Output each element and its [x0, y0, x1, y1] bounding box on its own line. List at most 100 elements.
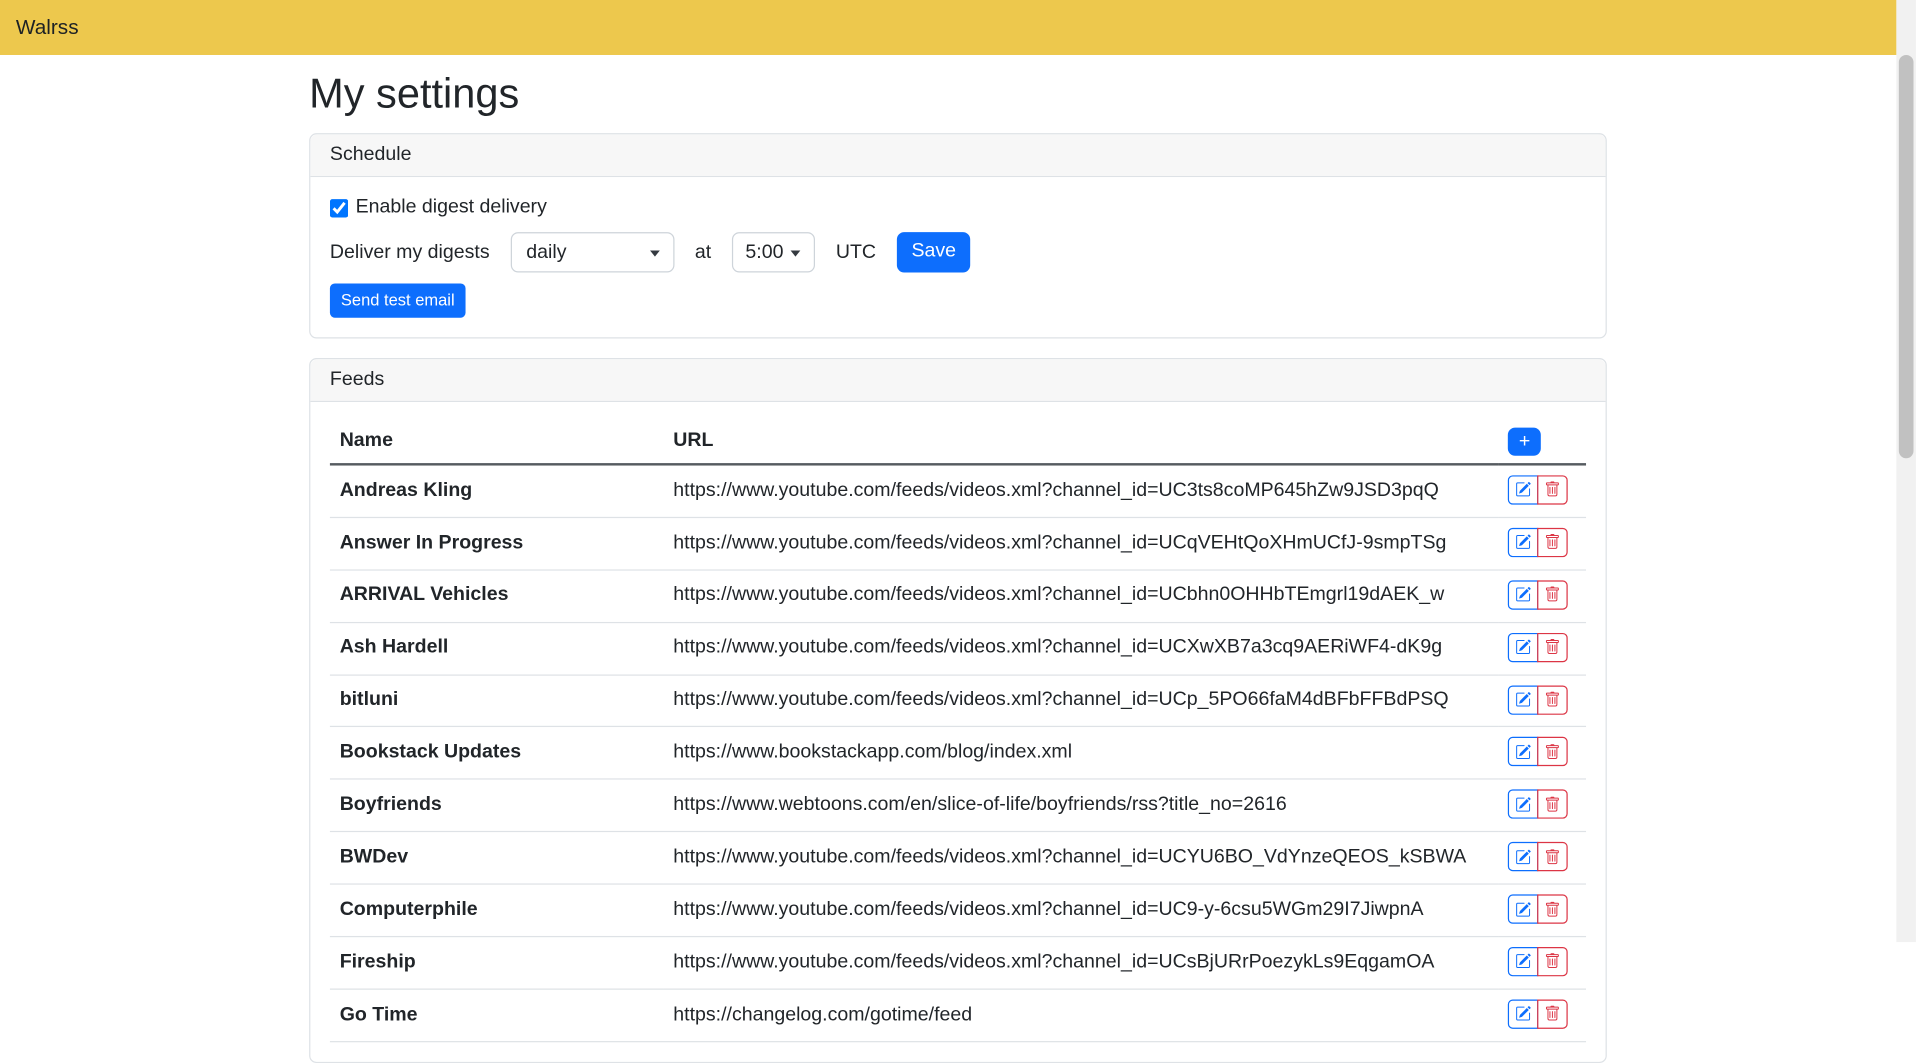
pencil-square-icon — [1515, 849, 1531, 865]
frequency-select[interactable]: daily — [510, 232, 674, 272]
edit-feed-button[interactable] — [1508, 999, 1539, 1028]
trash-icon — [1544, 692, 1560, 708]
table-row: Computerphile https://www.youtube.com/fe… — [330, 884, 1586, 936]
delete-feed-button[interactable] — [1537, 475, 1568, 504]
delete-feed-button[interactable] — [1537, 580, 1568, 609]
feed-name: bitluni — [330, 674, 664, 726]
table-row: Ash Hardell https://www.youtube.com/feed… — [330, 622, 1586, 674]
feed-actions — [1508, 580, 1568, 609]
test-email-row: Send test email — [330, 283, 1586, 317]
scrollbar-thumb[interactable] — [1899, 55, 1914, 458]
enable-digest-checkbox[interactable] — [330, 199, 348, 217]
table-row: ARRIVAL Vehicles https://www.youtube.com… — [330, 570, 1586, 622]
app-viewport: Walrss My settings Schedule Enable diges… — [0, 0, 1916, 942]
feeds-card: Feeds Name URL + Andre — [309, 357, 1607, 1062]
feed-name: BWDev — [330, 832, 664, 884]
schedule-card-body: Enable digest delivery Deliver my digest… — [310, 177, 1605, 337]
chevron-down-icon — [791, 250, 801, 256]
feed-actions — [1508, 999, 1568, 1028]
edit-feed-button[interactable] — [1508, 842, 1539, 871]
feed-actions — [1508, 947, 1568, 976]
trash-icon — [1544, 587, 1560, 603]
at-label: at — [695, 241, 711, 263]
feeds-card-body: Name URL + Andreas Kling https://www.you… — [310, 401, 1605, 1061]
edit-feed-button[interactable] — [1508, 632, 1539, 661]
trash-icon — [1544, 901, 1560, 917]
delete-feed-button[interactable] — [1537, 632, 1568, 661]
feed-name: Andreas Kling — [330, 464, 664, 517]
edit-feed-button[interactable] — [1508, 528, 1539, 557]
edit-feed-button[interactable] — [1508, 947, 1539, 976]
table-row: Go Time https://changelog.com/gotime/fee… — [330, 989, 1586, 1041]
feeds-table-header-row: Name URL + — [330, 421, 1586, 464]
delete-feed-button[interactable] — [1537, 790, 1568, 819]
delete-feed-button[interactable] — [1537, 528, 1568, 557]
trash-icon — [1544, 482, 1560, 498]
pencil-square-icon — [1515, 1006, 1531, 1022]
table-row: Fireship https://www.youtube.com/feeds/v… — [330, 937, 1586, 989]
feed-url: https://www.youtube.com/feeds/videos.xml… — [663, 884, 1498, 936]
main-container: My settings Schedule Enable digest deliv… — [309, 71, 1607, 1063]
feed-actions — [1508, 790, 1568, 819]
feed-url: https://www.youtube.com/feeds/videos.xml… — [663, 674, 1498, 726]
send-test-email-button[interactable]: Send test email — [330, 283, 466, 317]
feeds-table: Name URL + Andreas Kling https://www.you… — [330, 421, 1586, 1042]
table-row: Bookstack Updates https://www.bookstacka… — [330, 727, 1586, 779]
edit-feed-button[interactable] — [1508, 737, 1539, 766]
pencil-square-icon — [1515, 744, 1531, 760]
pencil-square-icon — [1515, 639, 1531, 655]
add-feed-button[interactable]: + — [1508, 427, 1541, 455]
feed-url: https://www.youtube.com/feeds/videos.xml… — [663, 622, 1498, 674]
delete-feed-button[interactable] — [1537, 842, 1568, 871]
edit-feed-button[interactable] — [1508, 475, 1539, 504]
feed-url: https://www.youtube.com/feeds/videos.xml… — [663, 517, 1498, 569]
feed-url: https://changelog.com/gotime/feed — [663, 989, 1498, 1041]
frequency-select-value: daily — [526, 241, 566, 263]
delete-feed-button[interactable] — [1537, 999, 1568, 1028]
feed-name: Boyfriends — [330, 779, 664, 831]
feed-name: Go Time — [330, 989, 664, 1041]
schedule-card: Schedule Enable digest delivery Deliver … — [309, 133, 1607, 338]
feed-name: Ash Hardell — [330, 622, 664, 674]
delete-feed-button[interactable] — [1537, 737, 1568, 766]
time-select-value: 5:00 — [745, 241, 783, 263]
feed-name: Answer In Progress — [330, 517, 664, 569]
pencil-square-icon — [1515, 534, 1531, 550]
edit-feed-button[interactable] — [1508, 895, 1539, 924]
brand-link[interactable]: Walrss — [16, 15, 79, 39]
feed-url: https://www.webtoons.com/en/slice-of-lif… — [663, 779, 1498, 831]
delete-feed-button[interactable] — [1537, 685, 1568, 714]
name-column-header: Name — [330, 421, 664, 464]
time-select[interactable]: 5:00 — [732, 232, 815, 272]
table-row: Andreas Kling https://www.youtube.com/fe… — [330, 464, 1586, 517]
table-row: Boyfriends https://www.webtoons.com/en/s… — [330, 779, 1586, 831]
page-title: My settings — [309, 71, 1607, 119]
feed-name: Bookstack Updates — [330, 727, 664, 779]
feed-actions — [1508, 737, 1568, 766]
feed-name: Fireship — [330, 937, 664, 989]
edit-feed-button[interactable] — [1508, 685, 1539, 714]
table-row: Answer In Progress https://www.youtube.c… — [330, 517, 1586, 569]
edit-feed-button[interactable] — [1508, 580, 1539, 609]
feeds-card-header: Feeds — [310, 359, 1605, 402]
save-button[interactable]: Save — [897, 232, 971, 272]
pencil-square-icon — [1515, 796, 1531, 812]
delete-feed-button[interactable] — [1537, 947, 1568, 976]
feed-name: ARRIVAL Vehicles — [330, 570, 664, 622]
deliver-digests-label: Deliver my digests — [330, 241, 490, 263]
pencil-square-icon — [1515, 692, 1531, 708]
feed-actions — [1508, 685, 1568, 714]
delete-feed-button[interactable] — [1537, 895, 1568, 924]
trash-icon — [1544, 1006, 1560, 1022]
edit-feed-button[interactable] — [1508, 790, 1539, 819]
table-row: BWDev https://www.youtube.com/feeds/vide… — [330, 832, 1586, 884]
trash-icon — [1544, 744, 1560, 760]
schedule-card-header: Schedule — [310, 134, 1605, 177]
enable-digest-label[interactable]: Enable digest delivery — [356, 197, 547, 219]
pencil-square-icon — [1515, 901, 1531, 917]
feed-actions — [1508, 842, 1568, 871]
trash-icon — [1544, 954, 1560, 970]
pencil-square-icon — [1515, 587, 1531, 603]
trash-icon — [1544, 639, 1560, 655]
vertical-scrollbar[interactable] — [1896, 0, 1916, 942]
